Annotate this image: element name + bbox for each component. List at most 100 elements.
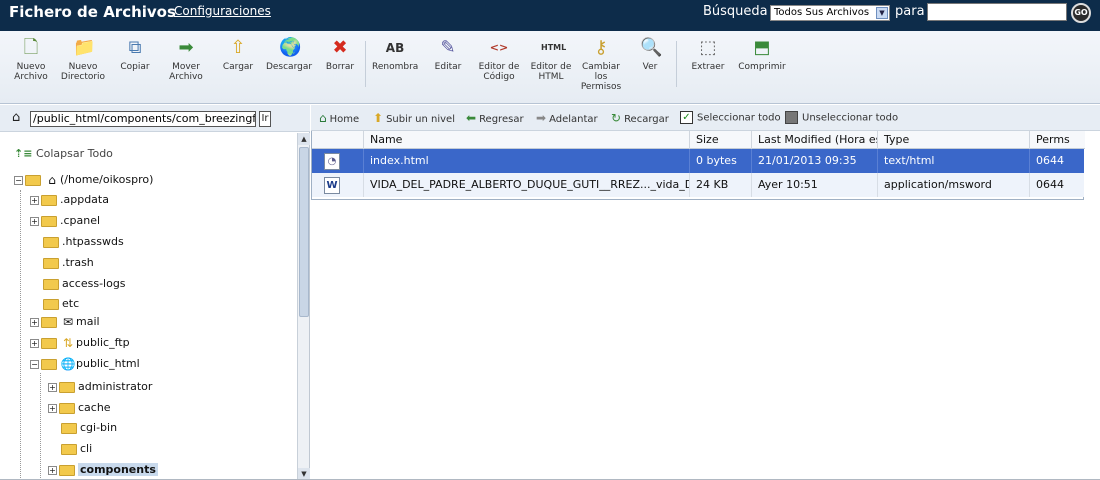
- path-go-button[interactable]: Ir: [259, 111, 271, 127]
- tree-item-cgi-bin[interactable]: cgi-bin: [61, 419, 117, 437]
- tree-item-appdata[interactable]: + .appdata: [30, 191, 109, 209]
- tree-item-cli[interactable]: cli: [61, 440, 92, 458]
- folder-icon: [59, 402, 75, 414]
- back-button[interactable]: ⬅ Regresar: [466, 111, 524, 125]
- select-all-button[interactable]: ✓ Seleccionar todo: [680, 111, 781, 124]
- tree-item-root[interactable]: − ⌂ (/home/oikospro): [14, 171, 153, 189]
- tree-item-label: cgi-bin: [80, 421, 118, 434]
- expand-toggle-icon[interactable]: +: [30, 216, 39, 226]
- tree-item-label: etc: [62, 297, 80, 310]
- file-name[interactable]: index.html: [364, 149, 690, 173]
- html-editor-button[interactable]: HTML Editor de HTML: [526, 37, 576, 82]
- select-all-label: Seleccionar todo: [697, 112, 781, 124]
- view-label: Ver: [642, 62, 658, 72]
- compress-icon: ⬒: [753, 37, 771, 58]
- tree-item-administrator[interactable]: + administrator: [48, 378, 152, 396]
- chevron-down-icon[interactable]: ▼: [876, 7, 888, 19]
- forward-button[interactable]: ➡ Adelantar: [536, 111, 598, 125]
- tree-item-public-ftp[interactable]: + ⇅ public_ftp: [30, 334, 130, 352]
- collapse-toggle-icon[interactable]: −: [14, 175, 23, 185]
- up-folder-icon: ⬆: [373, 111, 384, 125]
- collapse-all-link[interactable]: ⇡≡ Colapsar Todo: [14, 147, 113, 160]
- header-type[interactable]: Type: [878, 131, 1030, 149]
- tree-item-label: administrator: [78, 380, 153, 393]
- copy-button[interactable]: ⧉ Copiar: [116, 37, 154, 72]
- rename-button[interactable]: AB Renombra: [372, 37, 418, 72]
- unselect-all-label: Unseleccionar todo: [802, 112, 899, 124]
- reload-button[interactable]: ↻ Recargar: [611, 111, 669, 125]
- header-name[interactable]: Name: [364, 131, 690, 149]
- view-button[interactable]: 🔍 Ver: [632, 37, 668, 72]
- expand-toggle-icon[interactable]: +: [48, 465, 57, 475]
- tree-item-label: cache: [78, 401, 111, 414]
- tree-guide-line: [40, 373, 41, 480]
- move-button[interactable]: ➡ Mover Archivo: [164, 37, 208, 82]
- back-arrow-icon: ⬅: [466, 111, 477, 125]
- extract-button[interactable]: ⬚ Extraer: [686, 37, 730, 72]
- download-button[interactable]: 🌍 Descargar: [262, 37, 316, 72]
- delete-icon: ✖: [332, 37, 348, 58]
- go-button[interactable]: GO: [1071, 3, 1091, 23]
- tree-item-htpasswds[interactable]: .htpasswds: [43, 233, 124, 251]
- search-scope-select[interactable]: Todos Sus Archivos ▼: [770, 5, 890, 21]
- file-size: 24 KB: [690, 173, 752, 197]
- tree-item-label: access-logs: [62, 277, 126, 290]
- expand-toggle-icon[interactable]: +: [30, 338, 39, 348]
- code-editor-label: Editor de Código: [478, 62, 520, 82]
- tree-item-label: .trash: [62, 256, 94, 269]
- para-label: para: [895, 4, 925, 19]
- header-modified[interactable]: Last Modified (Hora est.: [752, 131, 878, 149]
- settings-link[interactable]: Configuraciones: [174, 4, 271, 18]
- up-level-button[interactable]: ⬆ Subir un nivel: [373, 111, 455, 125]
- folder-icon: [41, 316, 57, 328]
- upload-icon: ⇧: [230, 37, 246, 58]
- scrollbar-thumb[interactable]: [299, 147, 309, 317]
- folder-open-icon: [25, 174, 41, 186]
- home-label: Home: [329, 114, 360, 125]
- unselect-all-button[interactable]: Unseleccionar todo: [785, 111, 898, 124]
- tree-item-trash[interactable]: .trash: [43, 254, 94, 272]
- compress-button[interactable]: ⬒ Comprimir: [734, 37, 790, 72]
- header-perms[interactable]: Perms: [1030, 131, 1084, 149]
- tree-item-mail[interactable]: + ✉ mail: [30, 313, 100, 331]
- new-file-icon: 🗋: [23, 37, 39, 58]
- scroll-up-icon[interactable]: ▲: [298, 133, 310, 145]
- permissions-button[interactable]: ⚷ Cambiar los Permisos: [578, 37, 624, 92]
- upload-button[interactable]: ⇧ Cargar: [218, 37, 258, 72]
- toolbar: 🗋 Nuevo Archivo 📁 Nuevo Directorio ⧉ Cop…: [0, 31, 1100, 104]
- expand-toggle-icon[interactable]: +: [30, 317, 39, 327]
- expand-toggle-icon[interactable]: +: [30, 195, 39, 205]
- file-name[interactable]: VIDA_DEL_PADRE_ALBERTO_DUQUE_GUTI__RREZ.…: [364, 173, 690, 197]
- tree-item-public-html[interactable]: − 🌐public_html: [30, 355, 140, 373]
- table-row[interactable]: W VIDA_DEL_PADRE_ALBERTO_DUQUE_GUTI__RRE…: [312, 173, 1084, 197]
- tree-item-cache[interactable]: + cache: [48, 399, 111, 417]
- expand-toggle-icon[interactable]: +: [48, 382, 57, 392]
- tree-scrollbar[interactable]: ▲ ▼: [297, 133, 310, 480]
- move-icon: ➡: [178, 37, 194, 58]
- header-size[interactable]: Size: [690, 131, 752, 149]
- copy-icon: ⧉: [128, 37, 142, 58]
- checkbox-empty-icon: [785, 111, 798, 124]
- new-folder-button[interactable]: 📁 Nuevo Directorio: [60, 37, 106, 82]
- collapse-toggle-icon[interactable]: −: [30, 359, 39, 369]
- tree-item-label: .htpasswds: [62, 235, 124, 248]
- html-file-icon: ◔: [324, 153, 340, 170]
- search-input[interactable]: [927, 3, 1067, 21]
- file-type: application/msword: [878, 173, 1030, 197]
- home-icon: ⌂: [48, 173, 56, 187]
- expand-toggle-icon[interactable]: +: [48, 403, 57, 413]
- copy-label: Copiar: [120, 62, 150, 72]
- delete-button[interactable]: ✖ Borrar: [322, 37, 358, 72]
- table-row[interactable]: ◔ index.html 0 bytes 21/01/2013 09:35 te…: [312, 149, 1084, 173]
- tree-item-components[interactable]: + components: [48, 461, 158, 479]
- tree-item-access-logs[interactable]: access-logs: [43, 275, 126, 293]
- new-file-button[interactable]: 🗋 Nuevo Archivo: [12, 37, 50, 82]
- compress-label: Comprimir: [738, 62, 786, 72]
- path-input[interactable]: /public_html/components/com_breezingform…: [30, 111, 256, 127]
- tree-item-etc[interactable]: etc: [43, 295, 79, 313]
- tree-item-cpanel[interactable]: + .cpanel: [30, 212, 100, 230]
- home-button[interactable]: ⌂ Home: [319, 111, 359, 125]
- edit-button[interactable]: ✎ Editar: [428, 37, 468, 72]
- tree-item-label: public_ftp: [76, 336, 130, 349]
- code-editor-button[interactable]: <> Editor de Código: [474, 37, 524, 82]
